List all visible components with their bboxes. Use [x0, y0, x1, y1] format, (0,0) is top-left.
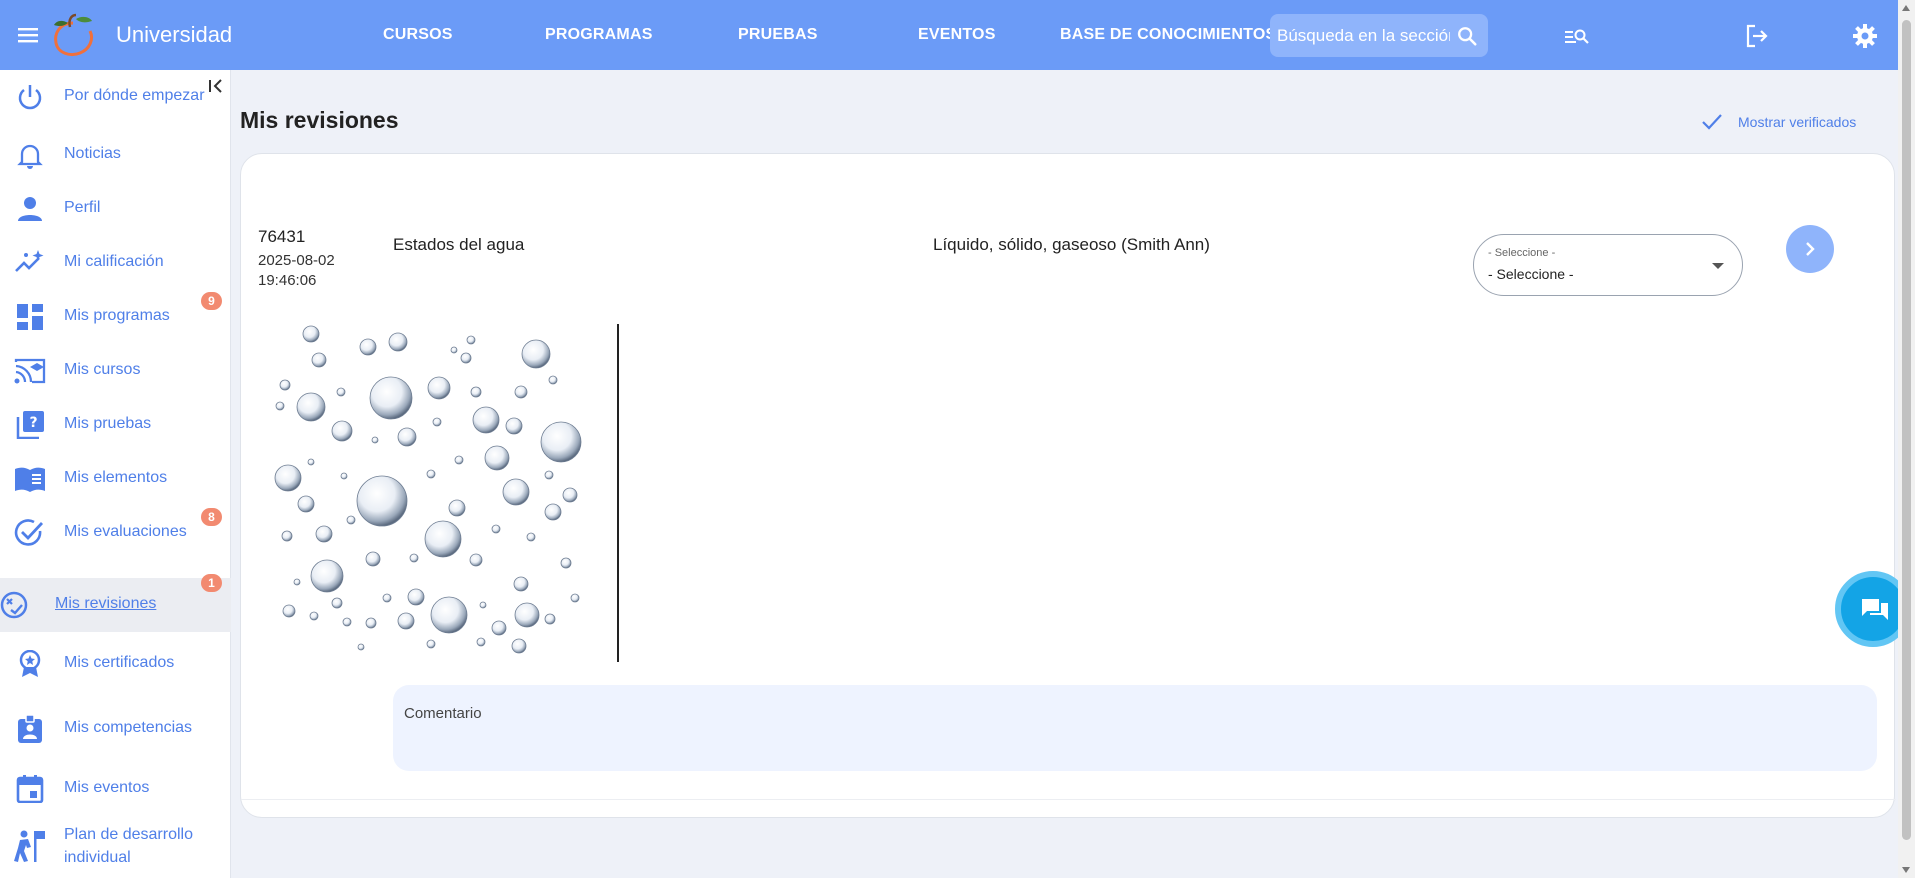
- water-drops-image: [274, 325, 582, 654]
- award-icon: [19, 650, 41, 677]
- bell-icon: [17, 144, 43, 169]
- review-time: 19:46:06: [258, 272, 317, 289]
- comment-label: Comentario: [404, 705, 482, 722]
- checkmark-icon: [1702, 114, 1722, 130]
- search-input[interactable]: [1270, 14, 1450, 57]
- sidebar-item-mis-programas[interactable]: Mis programas: [0, 290, 231, 344]
- sidebar-item-mi-calificacion[interactable]: Mi calificación: [0, 236, 231, 290]
- calendar-icon: [16, 775, 44, 803]
- sidebar-item-mis-pruebas[interactable]: ? Mis pruebas: [0, 398, 231, 452]
- evaluaciones-count-badge: 8: [201, 508, 222, 526]
- university-logo[interactable]: [48, 13, 98, 59]
- comment-field[interactable]: Comentario: [393, 685, 1877, 771]
- show-verified-label: Mostrar verificados: [1738, 114, 1857, 130]
- chevron-right-icon: [1806, 242, 1815, 256]
- nav-pruebas[interactable]: PRUEBAS: [738, 26, 818, 44]
- vertical-scrollbar[interactable]: [1898, 0, 1915, 878]
- logout-icon[interactable]: [1744, 23, 1770, 49]
- sidebar-item-label: Mis eventos: [64, 779, 150, 796]
- advanced-search-icon[interactable]: [1564, 23, 1590, 49]
- sidebar-item-label: Por dónde empezar: [64, 87, 205, 104]
- sidebar-item-label: Mis certificados: [64, 654, 175, 671]
- trend-sparkle-icon: [15, 250, 44, 272]
- menu-icon[interactable]: [16, 23, 40, 47]
- sidebar-item-plan-de-desarrollo[interactable]: Plan de desarrollo individual: [0, 815, 231, 878]
- nav-programas[interactable]: PROGRAMAS: [545, 26, 653, 44]
- sidebar-item-noticias[interactable]: Noticias: [0, 128, 231, 182]
- climb-icon: [14, 830, 45, 862]
- nav-eventos[interactable]: EVENTOS: [918, 26, 996, 44]
- sidebar-item-label: Mis evaluaciones: [64, 523, 187, 540]
- sidebar-item-label: Plan de desarrollo individual: [64, 826, 193, 866]
- card-divider: [241, 799, 1896, 800]
- grade-select[interactable]: - Seleccione - - Seleccione -: [1473, 234, 1743, 296]
- sidebar-item-mis-eventos[interactable]: Mis eventos: [0, 762, 231, 816]
- programas-count-badge: 9: [201, 292, 222, 310]
- brand-name[interactable]: Universidad: [116, 22, 232, 48]
- review-date: 2025-08-02: [258, 252, 335, 269]
- dashboard-icon: [17, 304, 43, 330]
- quiz-icon: ?: [16, 411, 44, 439]
- sidebar-item-label: Mis pruebas: [64, 415, 152, 432]
- section-search: [1270, 14, 1488, 57]
- sidebar-item-label: Mis elementos: [64, 469, 168, 486]
- power-icon: [18, 85, 42, 110]
- top-bar: Universidad CURSOS PROGRAMAS PRUEBAS EVE…: [0, 0, 1898, 70]
- grade-select-value: - Seleccione -: [1488, 266, 1574, 282]
- review-answer: Líquido, sólido, gaseoso (Smith Ann): [933, 235, 1210, 254]
- text-cursor: [617, 324, 619, 662]
- person-icon: [18, 197, 42, 221]
- chat-icon: [1862, 599, 1888, 620]
- sidebar-item-mis-evaluaciones[interactable]: Mis evaluaciones: [0, 506, 231, 560]
- nav-base-de-conocimientos[interactable]: BASE DE CONOCIMIENTOS: [1060, 26, 1276, 44]
- sidebar-item-mis-revisiones[interactable]: Mis revisiones: [0, 578, 231, 632]
- search-icon[interactable]: [1456, 25, 1478, 47]
- review-id: 76431: [258, 227, 306, 246]
- sidebar-item-label: Perfil: [64, 199, 101, 216]
- scroll-up-icon[interactable]: [1902, 5, 1910, 11]
- sidebar-item-mis-elementos[interactable]: Mis elementos: [0, 452, 231, 506]
- sidebar-item-label: Mis competencias: [64, 719, 193, 736]
- sidebar-item-label: Mis programas: [64, 307, 170, 324]
- check-circle-icon: [14, 519, 44, 546]
- sidebar-item-label: Mis cursos: [64, 361, 141, 378]
- page-title: Mis revisiones: [240, 107, 399, 133]
- grade-select-caption: - Seleccione -: [1488, 247, 1556, 259]
- review-course: Estados del agua: [393, 235, 525, 254]
- next-button[interactable]: [1786, 225, 1834, 273]
- scrollbar-thumb[interactable]: [1902, 20, 1911, 840]
- scroll-down-icon[interactable]: [1902, 867, 1910, 873]
- sidebar-item-por-donde-empezar[interactable]: Por dónde empezar: [0, 70, 231, 124]
- sidebar: Por dónde empezar Noticias Perfil Mi cal…: [0, 70, 231, 878]
- nav-cursos[interactable]: CURSOS: [383, 26, 453, 44]
- sidebar-item-label: Mis revisiones: [55, 595, 157, 612]
- review-datetime: 2025-08-02 19:46:06: [258, 251, 335, 291]
- settings-icon[interactable]: [1852, 23, 1878, 49]
- sidebar-item-mis-certificados[interactable]: Mis certificados: [0, 637, 231, 691]
- sidebar-item-mis-competencias[interactable]: Mis competencias: [0, 702, 231, 756]
- sidebar-item-label: Mi calificación: [64, 253, 164, 270]
- badge-icon: [18, 715, 42, 743]
- sidebar-item-perfil[interactable]: Perfil: [0, 182, 231, 236]
- svg-text:?: ?: [29, 415, 37, 431]
- sidebar-item-label: Noticias: [64, 145, 121, 162]
- book-icon: [15, 467, 45, 492]
- review-card: 76431 2025-08-02 19:46:06 Estados del ag…: [240, 153, 1896, 818]
- review-icon: [0, 591, 28, 619]
- revisiones-count-badge: 1: [201, 574, 222, 592]
- sidebar-item-mis-cursos[interactable]: Mis cursos: [0, 344, 231, 398]
- cast-school-icon: [14, 358, 46, 384]
- chevron-down-icon: [1712, 263, 1724, 269]
